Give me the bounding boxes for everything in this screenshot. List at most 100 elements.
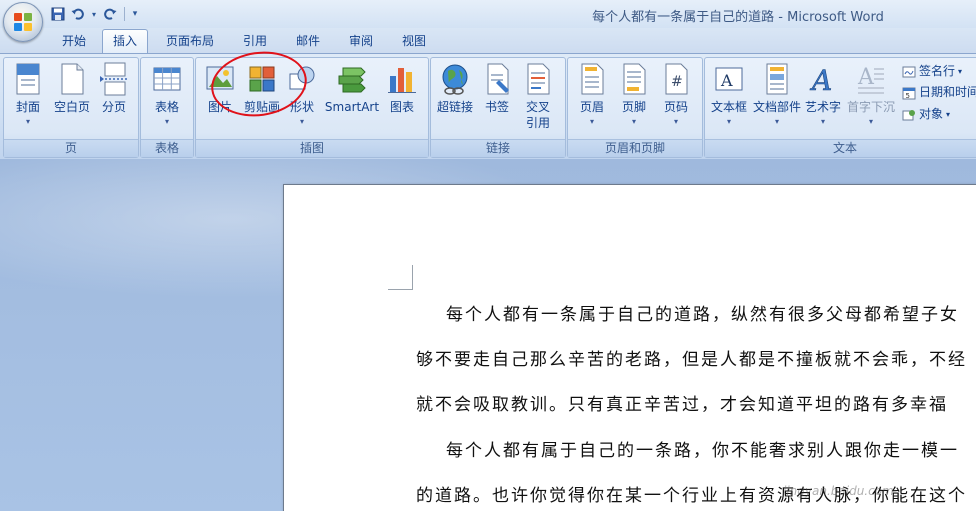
svg-text:#: # — [671, 74, 683, 90]
document-area[interactable]: 每个人都有一条属于自己的道路，纵然有很多父母都希望子女 够不要走自己那么辛苦的老… — [0, 159, 976, 511]
group-page: 封面 ▾ 空白页 分页 页 — [3, 57, 139, 158]
group-links: 超链接 书签 交叉 引用 链接 — [430, 57, 566, 158]
header-button[interactable]: 页眉 ▾ — [572, 62, 612, 127]
undo-icon[interactable] — [70, 6, 86, 22]
object-icon — [902, 108, 916, 122]
group-illustrations-label: 插图 — [196, 139, 428, 157]
margin-corner-mark — [388, 265, 413, 290]
blank-page-button[interactable]: 空白页 — [50, 62, 94, 115]
group-page-label: 页 — [4, 139, 138, 157]
cover-page-label: 封面 — [15, 100, 40, 114]
bookmark-label: 书签 — [484, 100, 509, 114]
office-logo-icon — [14, 13, 32, 31]
ribbon-tabs: 开始 插入 页面布局 引用 邮件 审阅 视图 — [0, 28, 976, 54]
wordart-label: 艺术字 — [804, 100, 841, 114]
tab-view[interactable]: 视图 — [392, 30, 436, 52]
date-time-label: 日期和时间 — [919, 85, 976, 99]
bookmark-icon — [482, 62, 512, 96]
picture-button[interactable]: 图片 — [200, 62, 240, 115]
clip-art-label: 剪贴画 — [243, 100, 280, 114]
chevron-down-icon: ▾ — [868, 117, 873, 126]
chart-label: 图表 — [389, 100, 414, 114]
wordart-button[interactable]: A 艺术字 ▾ — [803, 62, 843, 127]
cross-reference-button[interactable]: 交叉 引用 — [517, 62, 559, 131]
table-button[interactable]: 表格 ▾ — [147, 62, 187, 127]
tab-insert[interactable]: 插入 — [102, 29, 148, 54]
group-header-footer: 页眉 ▾ 页脚 ▾ # 页码 ▾ 页眉和页脚 — [567, 57, 703, 158]
shapes-icon — [287, 62, 317, 96]
group-text: A 文本框 ▾ 文档部件 ▾ A 艺术字 ▾ A 首字下沉 ▾ 签名行 ▾ 5 … — [704, 57, 976, 158]
group-table-label: 表格 — [141, 139, 193, 157]
page-break-icon — [99, 62, 129, 96]
cross-reference-icon — [523, 62, 553, 96]
chevron-down-icon: ▾ — [946, 110, 951, 119]
group-text-label: 文本 — [705, 139, 976, 157]
hyperlink-label: 超链接 — [436, 100, 473, 114]
document-page[interactable]: 每个人都有一条属于自己的道路，纵然有很多父母都希望子女 够不要走自己那么辛苦的老… — [283, 184, 976, 511]
bookmark-button[interactable]: 书签 — [479, 62, 515, 115]
smartart-label: SmartArt — [324, 100, 380, 114]
drop-cap-label: 首字下沉 — [846, 100, 895, 114]
cross-reference-label-1: 交叉 — [525, 100, 550, 114]
object-label: 对象 — [919, 107, 944, 121]
watermark: jingyan.baidu.com — [783, 484, 894, 498]
paragraph-line[interactable]: 够不要走自己那么辛苦的老路，但是人都是不撞板就不会乖，不经 — [416, 345, 967, 370]
tab-page-layout[interactable]: 页面布局 — [158, 30, 222, 52]
quick-parts-button[interactable]: 文档部件 ▾ — [751, 62, 803, 127]
signature-line-label: 签名行 — [919, 64, 956, 78]
drop-cap-button[interactable]: A 首字下沉 ▾ — [843, 62, 899, 127]
customize-qat-icon[interactable]: ▾ — [131, 6, 139, 22]
calendar-icon: 5 — [902, 86, 916, 100]
redo-icon[interactable] — [102, 6, 118, 22]
picture-icon — [205, 62, 235, 96]
footer-button[interactable]: 页脚 ▾ — [614, 62, 654, 127]
wordart-icon: A — [808, 62, 838, 98]
chevron-down-icon: ▾ — [820, 117, 825, 126]
hyperlink-button[interactable]: 超链接 — [433, 62, 477, 115]
undo-dropdown-icon[interactable]: ▾ — [90, 6, 98, 22]
group-illustrations: 图片 剪贴画 形状 ▾ SmartArt 图表 插图 — [195, 57, 429, 158]
signature-line-icon — [902, 65, 916, 79]
object-button[interactable]: 对象 ▾ — [902, 105, 950, 124]
footer-label: 页脚 — [621, 100, 646, 114]
date-time-button[interactable]: 5 日期和时间 — [902, 83, 976, 102]
svg-text:5: 5 — [906, 92, 910, 100]
smartart-button[interactable]: SmartArt — [322, 62, 382, 115]
tab-mailings[interactable]: 邮件 — [286, 30, 330, 52]
cover-page-button[interactable]: 封面 ▾ — [10, 62, 46, 127]
header-label: 页眉 — [579, 100, 604, 114]
signature-line-button[interactable]: 签名行 ▾ — [902, 62, 962, 81]
chevron-down-icon: ▾ — [25, 117, 30, 126]
text-box-button[interactable]: A 文本框 ▾ — [707, 62, 751, 127]
header-icon — [577, 62, 607, 96]
page-break-button[interactable]: 分页 — [96, 62, 132, 115]
ribbon: 封面 ▾ 空白页 分页 页 表格 ▾ 表格 图片 剪贴画 形状 ▾ SmartA… — [0, 45, 976, 160]
paragraph-line[interactable]: 每个人都有一条属于自己的道路，纵然有很多父母都希望子女 — [446, 300, 959, 325]
paragraph-line[interactable]: 就不会吸取教训。只有真正辛苦过，才会知道平坦的路有多幸福 — [416, 390, 948, 415]
tab-home[interactable]: 开始 — [52, 30, 96, 52]
group-table: 表格 ▾ 表格 — [140, 57, 194, 158]
blank-page-label: 空白页 — [53, 100, 90, 114]
quick-parts-icon — [762, 62, 792, 96]
table-label: 表格 — [154, 100, 179, 114]
page-number-button[interactable]: # 页码 ▾ — [656, 62, 696, 127]
shapes-button[interactable]: 形状 ▾ — [284, 62, 320, 127]
paragraph-line[interactable]: 每个人都有属于自己的一条路，你不能奢求别人跟你走一模一 — [446, 436, 959, 461]
clip-art-button[interactable]: 剪贴画 — [240, 62, 284, 115]
drop-cap-icon: A — [856, 62, 886, 96]
chart-button[interactable]: 图表 — [384, 62, 420, 115]
chevron-down-icon: ▾ — [299, 117, 304, 126]
chevron-down-icon: ▾ — [589, 117, 594, 126]
shapes-label: 形状 — [289, 100, 314, 114]
smartart-icon — [337, 62, 367, 96]
tab-references[interactable]: 引用 — [233, 30, 277, 52]
save-icon[interactable] — [50, 6, 66, 22]
tab-review[interactable]: 审阅 — [339, 30, 383, 52]
office-button[interactable] — [3, 2, 43, 42]
qat-separator — [124, 7, 125, 21]
table-icon — [152, 62, 182, 96]
chevron-down-icon: ▾ — [164, 117, 169, 126]
footer-icon — [619, 62, 649, 96]
quick-access-toolbar: ▾ ▾ — [50, 5, 139, 23]
blank-page-icon — [57, 62, 87, 96]
